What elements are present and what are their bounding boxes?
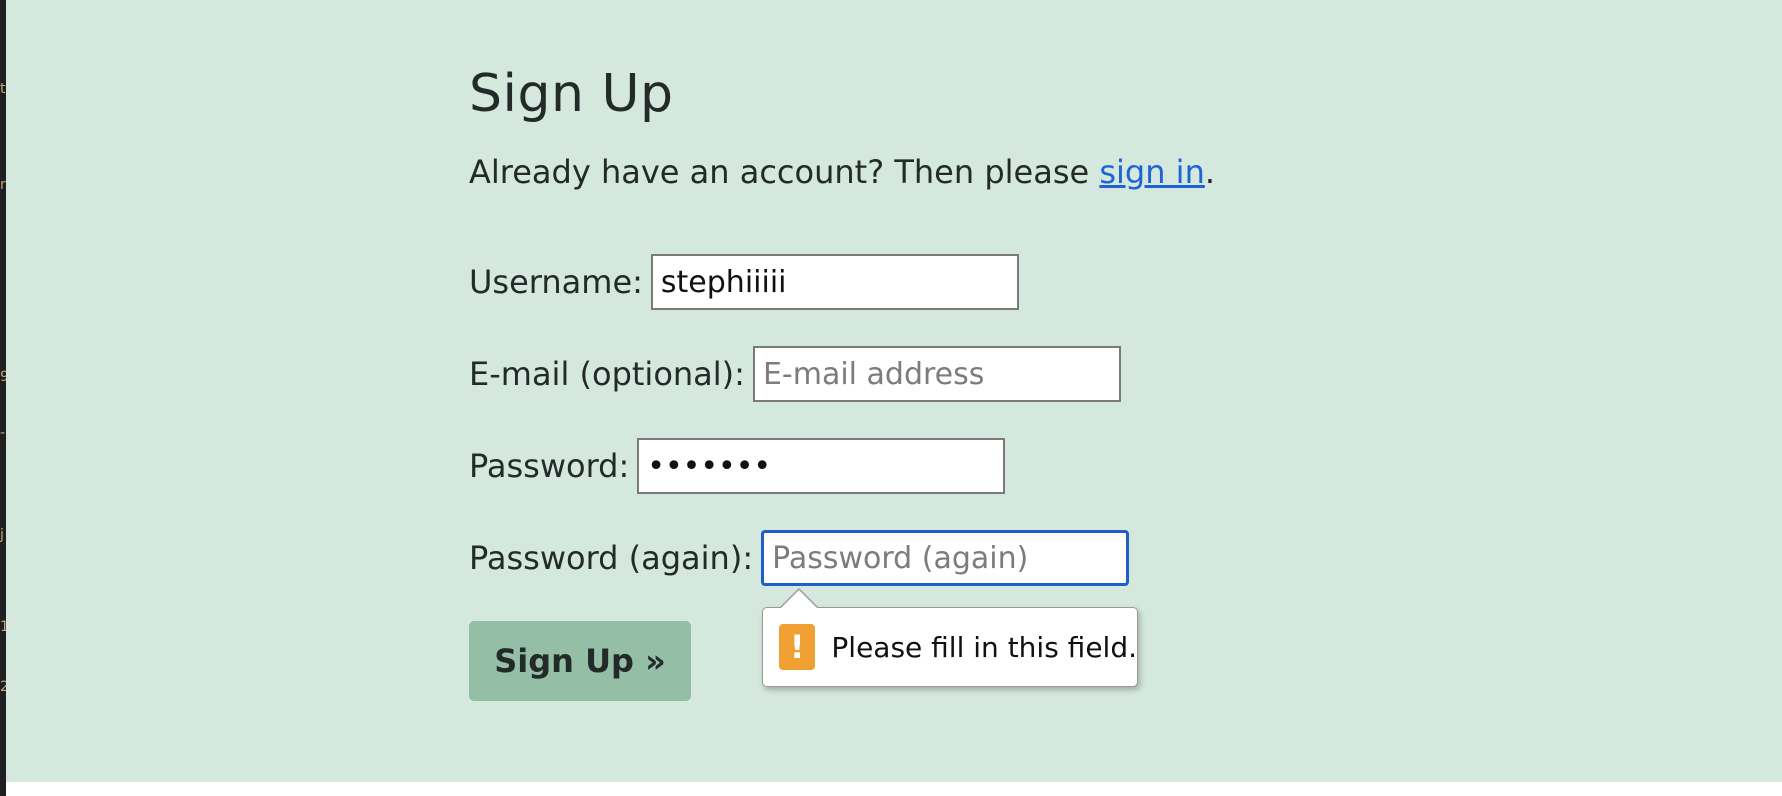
signin-link[interactable]: sign in xyxy=(1099,153,1205,191)
email-label: E-mail (optional): xyxy=(469,355,745,393)
username-field[interactable] xyxy=(650,254,1019,310)
password-row: Password: xyxy=(469,436,1006,496)
warning-icon: ! xyxy=(779,624,816,670)
signin-prompt-period: . xyxy=(1204,153,1216,191)
validation-message: Please fill in this field. xyxy=(831,630,1137,664)
username-label: Username: xyxy=(469,263,643,301)
email-row: E-mail (optional): xyxy=(469,344,1121,404)
password-label: Password: xyxy=(469,447,630,485)
signin-prompt-text: Already have an account? Then please xyxy=(469,153,1100,191)
username-row: Username: xyxy=(469,252,1019,312)
signup-button[interactable]: Sign Up » xyxy=(469,621,691,701)
tooltip-arrow xyxy=(779,588,819,609)
email-field[interactable] xyxy=(752,346,1121,402)
signin-prompt: Already have an account? Then please sig… xyxy=(469,150,1369,194)
password-again-label: Password (again): xyxy=(469,539,754,577)
password-field[interactable] xyxy=(637,438,1006,494)
signup-content: Sign Up Already have an account? Then pl… xyxy=(469,58,1369,701)
signup-page: Sign Up Already have an account? Then pl… xyxy=(6,0,1782,782)
password-again-field[interactable] xyxy=(761,530,1130,586)
page-title: Sign Up xyxy=(469,64,674,124)
password-again-row: Password (again): xyxy=(469,528,1130,588)
validation-tooltip: ! Please fill in this field. xyxy=(762,588,1138,687)
